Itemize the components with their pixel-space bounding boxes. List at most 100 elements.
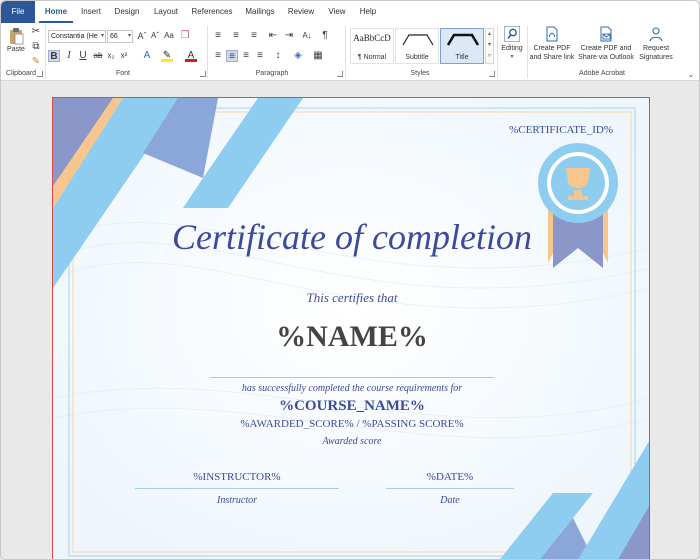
awarded-score-label: Awarded score: [322, 436, 382, 447]
borders-icon[interactable]: ▦: [312, 50, 324, 62]
clipboard-group-label: Clipboard: [6, 70, 36, 77]
instructor-label: Instructor: [217, 495, 257, 506]
bullets-icon[interactable]: ≡: [212, 30, 224, 42]
instructor-line: [135, 488, 339, 489]
align-center-icon[interactable]: ≡: [226, 50, 238, 62]
font-launcher-icon[interactable]: [200, 71, 206, 77]
request-signatures-button[interactable]: Request Signatures: [636, 26, 676, 68]
name-underline: [210, 377, 494, 378]
instructor-value: %INSTRUCTOR%: [193, 471, 281, 483]
text-effects-icon[interactable]: A: [141, 50, 153, 62]
font-group-label: Font: [115, 70, 130, 77]
ribbon-home: Paste ✂ ⧉ ✎ Clipboard Constantia (He ▾ 66…: [1, 23, 699, 81]
date-value: %DATE%: [426, 471, 474, 483]
style-title[interactable]: Title: [440, 28, 484, 64]
date-line: [386, 488, 514, 489]
line-spacing-icon[interactable]: ↕: [272, 50, 284, 62]
create-pdf-link-line1: Create PDF: [533, 45, 571, 52]
styles-launcher-icon[interactable]: [489, 71, 495, 77]
tab-review[interactable]: Review: [285, 1, 317, 23]
paragraph-group-label: Paragraph: [255, 70, 289, 77]
increase-indent-icon[interactable]: ⇥: [283, 30, 295, 42]
instructor-signature-block: %INSTRUCTOR% Instructor: [135, 471, 339, 506]
pdf-mail-icon: [600, 26, 612, 42]
grow-font-icon[interactable]: Aˆ: [136, 30, 148, 42]
font-size-combo[interactable]: 66 ▾: [107, 30, 133, 43]
tab-references[interactable]: References: [189, 1, 235, 23]
shrink-font-icon[interactable]: Aˇ: [149, 30, 161, 42]
create-pdf-link-line2: and Share link: [529, 54, 575, 61]
recipient-name: %NAME%: [276, 320, 428, 353]
certificate-id: %CERTIFICATE_ID%: [509, 124, 613, 136]
tab-insert[interactable]: Insert: [77, 1, 105, 23]
change-case-icon[interactable]: Aa: [163, 30, 175, 42]
subscript-icon[interactable]: x₂: [105, 50, 117, 62]
align-left-icon[interactable]: ≡: [212, 50, 224, 62]
show-marks-icon[interactable]: ¶: [319, 30, 331, 42]
paragraph-launcher-icon[interactable]: [337, 71, 343, 77]
collapse-ribbon-icon[interactable]: ⌄: [685, 69, 697, 81]
align-right-icon[interactable]: ≡: [240, 50, 252, 62]
style-subtitle[interactable]: Subtitle: [395, 28, 439, 64]
decrease-indent-icon[interactable]: ⇤: [267, 30, 279, 42]
clear-formatting-icon[interactable]: ❐: [179, 30, 191, 42]
superscript-icon[interactable]: x²: [118, 50, 130, 62]
strikethrough-button[interactable]: ab: [92, 50, 104, 62]
create-pdf-outlook-line2: Share via Outlook: [578, 54, 634, 61]
italic-button[interactable]: I: [63, 50, 75, 62]
bold-button[interactable]: B: [48, 50, 60, 62]
style-normal[interactable]: AaBbCcD ¶ Normal: [350, 28, 394, 64]
tab-mailings[interactable]: Mailings: [241, 1, 279, 23]
clipboard-launcher-icon[interactable]: [37, 71, 43, 77]
chevron-up-icon[interactable]: ▴: [486, 29, 493, 40]
create-pdf-share-link-button[interactable]: Create PDF and Share link: [528, 26, 576, 68]
font-name-value: Constantia (He: [51, 33, 98, 40]
highlight-icon[interactable]: ✎: [161, 50, 173, 62]
certifies-text: This certifies that: [306, 290, 398, 305]
tab-layout[interactable]: Layout: [149, 1, 183, 23]
pdf-link-icon: [546, 26, 558, 42]
style-subtitle-label: Subtitle: [405, 54, 429, 61]
multilevel-list-icon[interactable]: ≡: [248, 30, 260, 42]
chevron-down-icon: ▾: [100, 33, 104, 39]
copy-icon[interactable]: ⧉: [30, 41, 42, 53]
subtitle-preview-icon: [402, 34, 434, 46]
search-icon: [504, 26, 520, 42]
certificate-title: Certificate of completion: [172, 217, 532, 257]
paste-button[interactable]: Paste: [3, 25, 29, 61]
font-size-value: 66: [110, 33, 118, 40]
completion-text: has successfully completed the course re…: [241, 383, 463, 394]
underline-button[interactable]: U: [77, 50, 89, 62]
tab-design[interactable]: Design: [111, 1, 143, 23]
group-separator: [207, 26, 208, 78]
request-signatures-line2: Signatures: [639, 54, 673, 61]
group-separator: [497, 26, 498, 78]
editing-label: Editing: [501, 45, 523, 52]
document-page[interactable]: %CERTIFICATE_ID% Certificate of completi…: [52, 97, 650, 559]
cut-icon[interactable]: ✂: [30, 26, 42, 38]
tab-home[interactable]: Home: [39, 1, 73, 23]
date-label: Date: [440, 495, 460, 506]
gallery-more-icon[interactable]: ▿: [486, 51, 493, 62]
create-pdf-outlook-button[interactable]: Create PDF and Share via Outlook: [577, 26, 635, 68]
editing-button[interactable]: Editing ▾: [499, 26, 525, 68]
style-normal-preview: AaBbCcD: [353, 33, 391, 43]
word-window: File Home Insert Design Layout Reference…: [0, 0, 700, 560]
sort-icon[interactable]: A↓: [301, 30, 313, 42]
justify-icon[interactable]: ≡: [254, 50, 266, 62]
tab-file[interactable]: File: [1, 1, 35, 23]
date-signature-block: %DATE% Date: [386, 471, 514, 506]
request-signatures-line1: Request: [642, 45, 670, 52]
font-name-combo[interactable]: Constantia (He ▾: [48, 30, 106, 43]
styles-gallery-scroll[interactable]: ▴ ▾ ▿: [485, 28, 494, 64]
chevron-down-icon[interactable]: ▾: [486, 40, 493, 51]
tab-help[interactable]: Help: [355, 1, 381, 23]
numbering-icon[interactable]: ≡: [230, 30, 242, 42]
format-painter-icon[interactable]: ✎: [30, 56, 42, 68]
font-color-icon[interactable]: A: [185, 50, 197, 62]
ribbon-tab-bar: File Home Insert Design Layout Reference…: [1, 1, 699, 23]
shading-icon[interactable]: ◈: [292, 50, 304, 62]
score-text: %AWARDED_SCORE% / %PASSING SCORE%: [240, 418, 464, 430]
tab-view[interactable]: View: [323, 1, 351, 23]
chevron-down-icon: ▾: [510, 54, 514, 60]
